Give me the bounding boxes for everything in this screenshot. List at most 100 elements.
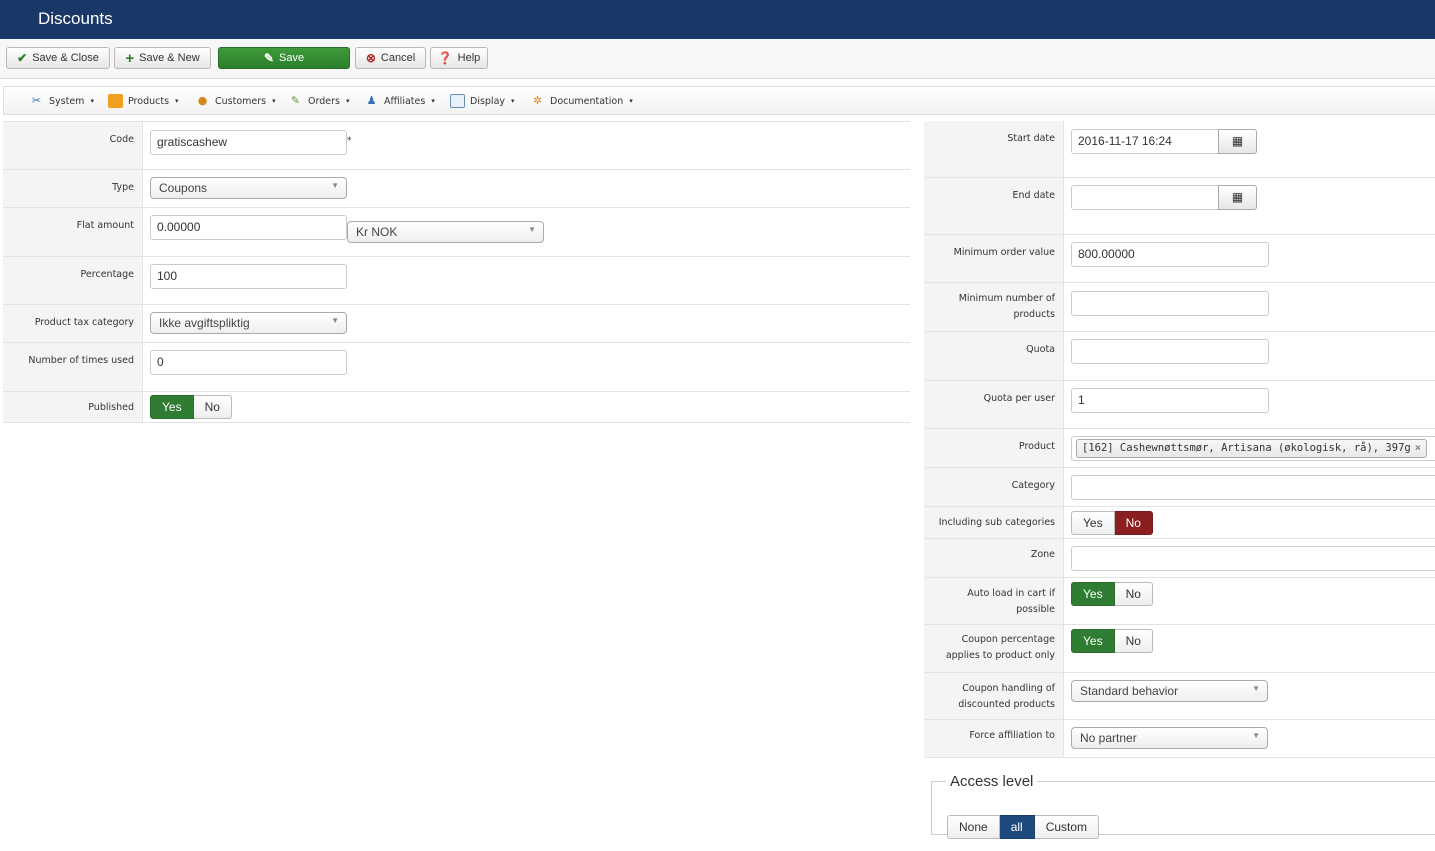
page-header: Discounts <box>0 0 1435 39</box>
coupon-handling-select[interactable]: Standard behavior ▼ <box>1071 680 1268 702</box>
min-products-row: Minimum number of products <box>924 283 1435 332</box>
force-affiliation-select[interactable]: No partner ▼ <box>1071 727 1268 749</box>
required-mark: * <box>347 136 352 146</box>
tax-category-select[interactable]: Ikke avgiftspliktig ▼ <box>150 312 347 334</box>
percentage-label: Percentage <box>3 257 143 304</box>
cancel-label: Cancel <box>380 52 416 64</box>
type-select[interactable]: Coupons ▼ <box>150 177 347 199</box>
affiliates-icon: ♟ <box>366 94 377 107</box>
quota-user-label: Quota per user <box>924 381 1064 428</box>
times-used-label: Number of times used <box>3 343 143 391</box>
product-tag-label: [162] Cashewnøttsmør, Artisana (økologis… <box>1082 442 1411 454</box>
flat-amount-input[interactable]: 0.00000 <box>150 215 347 240</box>
dropdown-arrow-icon: ▼ <box>331 316 339 325</box>
auto-load-no-button[interactable]: No <box>1114 582 1153 606</box>
published-no-button[interactable]: No <box>193 395 232 419</box>
calendar-icon: ▦ <box>1231 190 1244 204</box>
zone-select[interactable] <box>1071 546 1435 571</box>
end-date-row: End date ▦ <box>924 178 1435 235</box>
tools-icon: ✂ <box>31 94 42 107</box>
sub-categories-yes-button[interactable]: Yes <box>1071 511 1115 535</box>
tax-category-value: Ikke avgiftspliktig <box>159 316 250 330</box>
documentation-icon: ✲ <box>532 94 543 107</box>
access-all-button[interactable]: all <box>999 815 1035 839</box>
coupon-pct-yes-button[interactable]: Yes <box>1071 629 1115 653</box>
orders-icon: ✎ <box>290 94 301 107</box>
menu-customers[interactable]: ● Customers ▾ <box>195 92 276 110</box>
caret-icon: ▾ <box>511 97 515 105</box>
currency-select[interactable]: Kr NOK ▼ <box>347 221 544 243</box>
force-affiliation-row: Force affiliation to No partner ▼ <box>924 720 1435 758</box>
product-tag: [162] Cashewnøttsmør, Artisana (økologis… <box>1076 439 1428 458</box>
caret-icon: ▾ <box>272 97 276 105</box>
category-select[interactable] <box>1071 475 1435 500</box>
published-yes-button[interactable]: Yes <box>150 395 194 419</box>
min-products-label: Minimum number of products <box>924 283 1064 331</box>
access-level-toggle: None all Custom <box>947 815 1100 839</box>
component-menu: ✂ System ▾ Products ▾ ● Customers ▾ ✎ Order… <box>3 86 1435 115</box>
dropdown-arrow-icon: ▼ <box>1252 731 1260 740</box>
quota-input[interactable] <box>1071 339 1269 364</box>
save-new-button[interactable]: + Save & New <box>114 47 211 69</box>
auto-load-yes-button[interactable]: Yes <box>1071 582 1115 606</box>
remove-tag-icon[interactable]: × <box>1415 442 1421 454</box>
menu-affiliates[interactable]: ♟ Affiliates ▾ <box>364 92 435 110</box>
save-close-label: Save & Close <box>32 52 99 64</box>
access-level-fieldset: Access level None all Custom <box>931 773 1435 839</box>
code-label: Code <box>3 122 143 169</box>
quota-user-row: Quota per user 1 <box>924 381 1435 429</box>
access-none-button[interactable]: None <box>947 815 1000 839</box>
menu-products[interactable]: Products ▾ <box>108 92 179 110</box>
code-input[interactable]: gratiscashew <box>150 130 347 155</box>
check-icon: ✔ <box>17 51 28 65</box>
sub-categories-no-button[interactable]: No <box>1114 511 1153 535</box>
published-row: Published Yes No <box>3 392 910 423</box>
dropdown-arrow-icon: ▼ <box>1252 684 1260 693</box>
customers-icon: ● <box>197 94 208 107</box>
tax-category-label: Product tax category <box>3 305 143 342</box>
save-button[interactable]: ✎ Save <box>218 47 350 69</box>
menu-documentation-label: Documentation <box>550 95 624 107</box>
quota-row: Quota <box>924 332 1435 381</box>
min-products-input[interactable] <box>1071 291 1269 316</box>
min-order-input[interactable]: 800.00000 <box>1071 242 1269 267</box>
sub-categories-label: Including sub categories <box>924 507 1064 538</box>
force-affiliation-value: No partner <box>1080 731 1137 745</box>
end-date-input[interactable] <box>1071 185 1219 210</box>
menu-documentation[interactable]: ✲ Documentation ▾ <box>530 92 633 110</box>
start-date-calendar-button[interactable]: ▦ <box>1218 129 1257 154</box>
flat-amount-row: Flat amount 0.00000 Kr NOK ▼ <box>3 208 910 257</box>
times-used-input[interactable]: 0 <box>150 350 347 375</box>
currency-value: Kr NOK <box>356 225 398 239</box>
access-level-legend: Access level <box>950 773 1034 790</box>
type-row: Type Coupons ▼ <box>3 170 910 208</box>
end-date-calendar-button[interactable]: ▦ <box>1218 185 1257 210</box>
caret-icon: ▾ <box>431 97 435 105</box>
menu-customers-label: Customers <box>215 95 267 107</box>
menu-display[interactable]: Display ▾ <box>450 92 515 110</box>
type-label: Type <box>3 170 143 207</box>
code-row: Code gratiscashew * <box>3 121 910 170</box>
quota-user-input[interactable]: 1 <box>1071 388 1269 413</box>
coupon-pct-label: Coupon percentage applies to product onl… <box>924 625 1064 672</box>
auto-load-row: Auto load in cart if possible Yes No <box>924 578 1435 625</box>
published-label: Published <box>3 392 143 422</box>
caret-icon: ▾ <box>175 97 179 105</box>
menu-orders[interactable]: ✎ Orders ▾ <box>288 92 350 110</box>
display-icon <box>450 94 465 108</box>
help-button[interactable]: ❓ Help <box>430 47 488 69</box>
product-select[interactable]: [162] Cashewnøttsmør, Artisana (økologis… <box>1071 436 1435 461</box>
menu-system[interactable]: ✂ System ▾ <box>29 92 94 110</box>
help-icon: ❓ <box>437 51 453 65</box>
percentage-input[interactable]: 100 <box>150 264 347 289</box>
start-date-input[interactable]: 2016-11-17 16:24 <box>1071 129 1219 154</box>
coupon-pct-no-button[interactable]: No <box>1114 629 1153 653</box>
coupon-handling-label: Coupon handling of discounted products <box>924 673 1064 719</box>
zone-row: Zone <box>924 539 1435 578</box>
save-close-button[interactable]: ✔ Save & Close <box>6 47 110 69</box>
page-title: Discounts <box>38 9 113 28</box>
times-used-row: Number of times used 0 <box>3 343 910 392</box>
coupon-handling-value: Standard behavior <box>1080 684 1179 698</box>
access-custom-button[interactable]: Custom <box>1034 815 1100 839</box>
cancel-button[interactable]: ⊗ Cancel <box>355 47 426 69</box>
